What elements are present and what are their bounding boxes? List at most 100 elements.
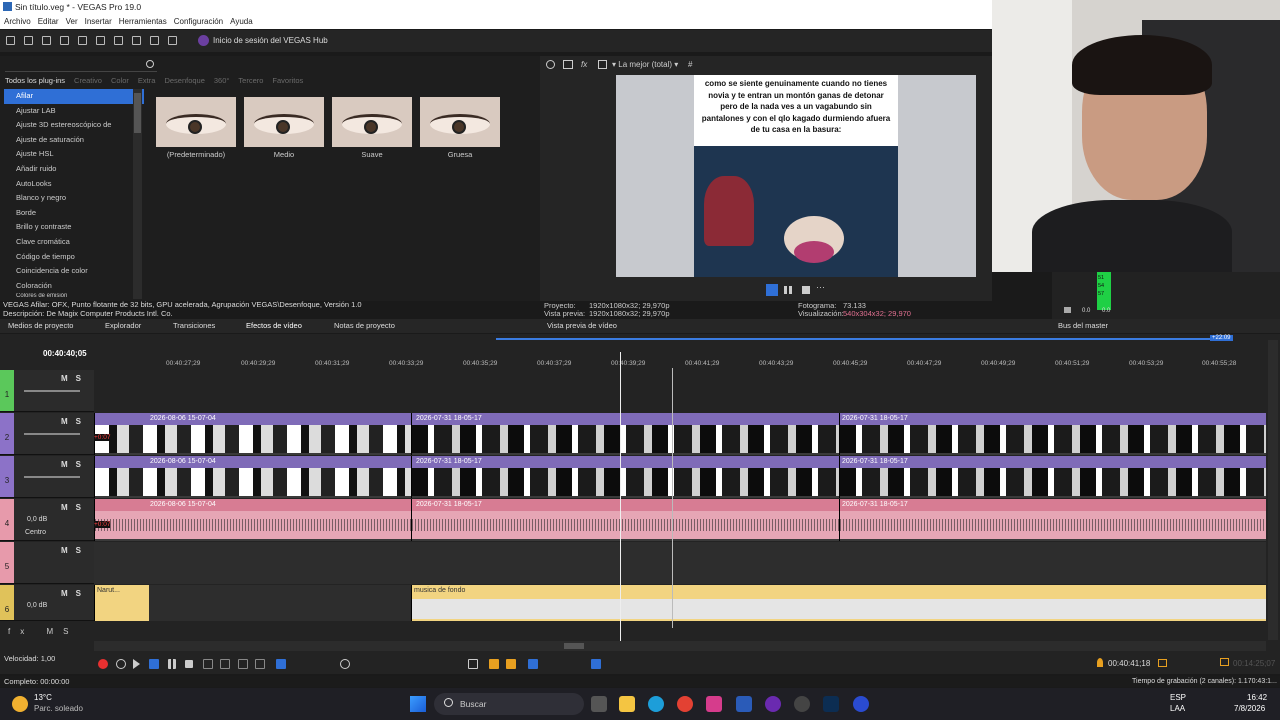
render-icon[interactable]	[60, 36, 69, 45]
tab-desenfoque[interactable]: Desenfoque	[164, 76, 204, 85]
windows-start-icon[interactable]	[410, 696, 426, 712]
plugin-item[interactable]: Ajustar LAB	[4, 104, 144, 119]
mute-solo[interactable]: MS	[61, 417, 89, 426]
loop-button[interactable]	[116, 659, 126, 669]
go-to-start-button[interactable]	[203, 659, 213, 669]
video-clip[interactable]: 2026-08-06 15-07-04	[94, 456, 411, 498]
plugin-item[interactable]: Ajuste 3D estereoscópico de	[4, 118, 144, 133]
track-fader[interactable]	[24, 476, 80, 478]
tab-bus-master[interactable]: Bus del master	[1058, 319, 1108, 333]
timeline-hscrollbar[interactable]	[94, 641, 1266, 651]
new-project-icon[interactable]	[6, 36, 15, 45]
redo-icon[interactable]	[168, 36, 177, 45]
weather-icon[interactable]	[12, 696, 28, 712]
time-ruler[interactable]: 00:40:27;29 00:40:29;29 00:40:31;29 00:4…	[94, 352, 1266, 370]
tab-creativo[interactable]: Creativo	[74, 76, 102, 85]
more-icon[interactable]: ···	[816, 282, 825, 292]
search-icon[interactable]	[146, 60, 154, 68]
tab-medios-proyecto[interactable]: Medios de proyecto	[8, 319, 73, 333]
preset-thumb[interactable]: (Predeterminado)	[156, 97, 236, 159]
track-fader[interactable]	[24, 433, 80, 435]
plugin-item[interactable]: Brillo y contraste	[4, 220, 144, 235]
menu-archivo[interactable]: Archivo	[4, 17, 31, 26]
plugin-item[interactable]: Borde	[4, 206, 144, 221]
cut-icon[interactable]	[96, 36, 105, 45]
save-icon[interactable]	[42, 36, 51, 45]
audio-clip[interactable]: 2026-07-31 18-05-17	[411, 499, 839, 541]
plugin-item[interactable]: Coloración	[4, 279, 144, 294]
menu-herramientas[interactable]: Herramientas	[119, 17, 167, 26]
audio-clip[interactable]: 2026-07-31 18-05-17	[839, 499, 1266, 541]
preset-thumb[interactable]: Gruesa	[420, 97, 500, 159]
track-header[interactable]: 4 MS 0,0 dB Centro	[0, 499, 94, 541]
audio-clip[interactable]: Narut...	[94, 585, 149, 621]
play-from-start-button[interactable]	[133, 659, 140, 669]
edge-icon[interactable]	[648, 696, 664, 712]
normal-edit-tool[interactable]	[276, 659, 286, 669]
obs-icon[interactable]	[765, 696, 781, 712]
zoom-icon[interactable]	[340, 659, 350, 669]
monitor-icon[interactable]	[563, 60, 573, 69]
clock-time[interactable]: 16:42	[1247, 693, 1267, 702]
plugin-item[interactable]: Colores de emisión	[4, 293, 144, 299]
fx-icon[interactable]: fx	[581, 56, 587, 74]
lock-icon[interactable]	[1064, 307, 1071, 313]
tab-tercero[interactable]: Tercero	[238, 76, 263, 85]
tab-360[interactable]: 360°	[214, 76, 230, 85]
menu-editar[interactable]: Editar	[38, 17, 59, 26]
plugin-item[interactable]: Ajuste de saturación	[4, 133, 144, 148]
region-icon[interactable]	[506, 659, 516, 669]
tab-extra[interactable]: Extra	[138, 76, 156, 85]
audio-clip[interactable]: 2026-08-06 15-07-04	[94, 499, 411, 541]
plugin-item[interactable]: Coincidencia de color	[4, 264, 144, 279]
go-to-end-button[interactable]	[220, 659, 230, 669]
undo-icon[interactable]	[150, 36, 159, 45]
vegas-taskbar-icon[interactable]	[853, 696, 869, 712]
copy-icon[interactable]	[114, 36, 123, 45]
file-explorer-icon[interactable]	[619, 696, 635, 712]
quality-dropdown[interactable]: ▾ La mejor (total) ▾	[612, 56, 678, 74]
tab-notas-proyecto[interactable]: Notas de proyecto	[334, 319, 395, 333]
video-clip[interactable]: 2026-08-06 15-07-04	[94, 413, 411, 455]
plugin-item[interactable]: Ajuste HSL	[4, 147, 144, 162]
plugin-item[interactable]: Código de tiempo	[4, 250, 144, 265]
record-button[interactable]	[98, 659, 108, 669]
marker-icon[interactable]	[489, 659, 499, 669]
davinci-icon[interactable]	[794, 696, 810, 712]
next-frame-button[interactable]	[255, 659, 265, 669]
preview-pause-button[interactable]	[784, 286, 792, 294]
mute-solo[interactable]: MS	[61, 460, 89, 469]
preset-thumb[interactable]: Medio	[244, 97, 324, 159]
photoshop-icon[interactable]	[823, 696, 839, 712]
mute-solo[interactable]: MS	[61, 546, 89, 555]
mute-solo[interactable]: MS	[61, 503, 89, 512]
plugin-item[interactable]: Añadir ruido	[4, 162, 144, 177]
preview-stop-button[interactable]	[802, 286, 810, 294]
tab-explorador[interactable]: Explorador	[105, 319, 141, 333]
playhead-cursor[interactable]	[620, 352, 621, 642]
track-add-controls[interactable]: fx MS	[8, 627, 78, 636]
plugin-item[interactable]: AutoLooks	[4, 177, 144, 192]
plugin-search-input[interactable]	[5, 59, 157, 72]
video-clip[interactable]: 2026-07-31 18-05-17	[411, 456, 839, 498]
track-fader[interactable]	[24, 390, 80, 392]
plugin-item[interactable]: Clave cromática	[4, 235, 144, 250]
timeline-vscrollbar[interactable]	[1268, 340, 1278, 640]
preset-thumb[interactable]: Suave	[332, 97, 412, 159]
plugin-item[interactable]: Afilar	[4, 89, 144, 104]
tab-efectos-video[interactable]: Efectos de vídeo	[246, 319, 302, 333]
video-clip[interactable]: 2026-07-31 18-05-17	[411, 413, 839, 455]
selection-icon[interactable]	[1158, 659, 1167, 667]
track-header[interactable]: 2 MS	[0, 413, 94, 455]
split-screen-icon[interactable]	[598, 60, 607, 69]
keyboard-lang[interactable]: ESP	[1170, 693, 1186, 702]
paste-icon[interactable]	[132, 36, 141, 45]
settings-icon[interactable]	[78, 36, 87, 45]
track-header[interactable]: 1 MS	[0, 370, 94, 412]
tab-color[interactable]: Color	[111, 76, 129, 85]
plugin-item[interactable]: Blanco y negro	[4, 191, 144, 206]
task-view-icon[interactable]	[591, 696, 607, 712]
mute-solo[interactable]: MS	[61, 374, 89, 383]
menu-ayuda[interactable]: Ayuda	[230, 17, 253, 26]
stop-button[interactable]	[185, 660, 193, 668]
